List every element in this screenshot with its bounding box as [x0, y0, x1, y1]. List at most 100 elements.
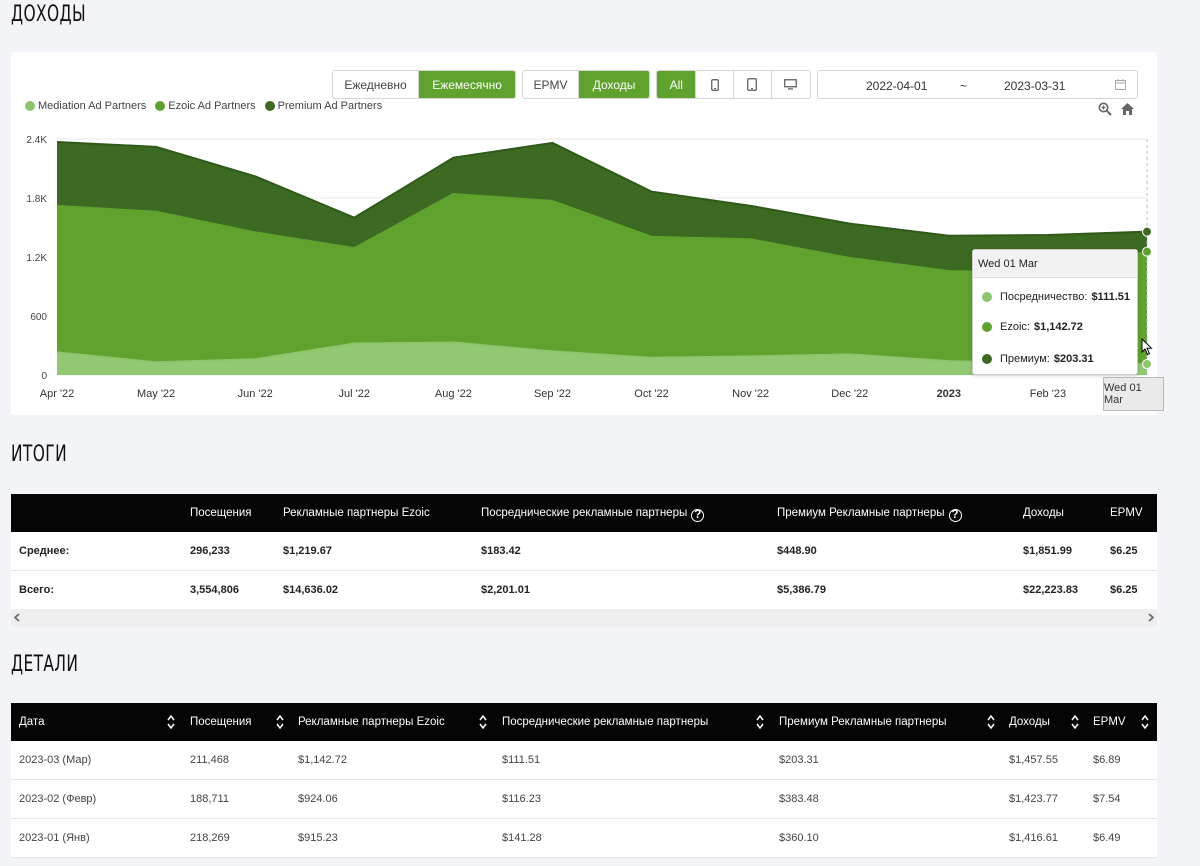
- cell: $203.31: [779, 754, 819, 766]
- header-date[interactable]: Дата: [19, 716, 44, 728]
- tooltip-dot: [982, 292, 992, 302]
- tooltip-value: $203.31: [1053, 353, 1094, 365]
- header-epmv[interactable]: EPMV: [1093, 716, 1126, 728]
- x-tick-label: Apr '22: [40, 388, 75, 400]
- cell: 211,468: [190, 754, 229, 766]
- cell: $915.23: [298, 832, 338, 844]
- details-table: Дата Посещения Рекламные партнеры Ezoic …: [11, 703, 1157, 858]
- x-tick-label: Aug '22: [435, 388, 472, 400]
- tooltip-row-ezoic: Ezoic: $1,142.72: [982, 321, 1083, 333]
- x-tick-label: May '22: [137, 388, 175, 400]
- x-axis-crosshair-label: Wed 01 Mar: [1103, 377, 1164, 411]
- cell: 2023-01 (Янв): [19, 832, 90, 844]
- cell: $1,423.77: [1009, 793, 1058, 805]
- header-ezoic: Рекламные партнеры Ezoic: [283, 507, 430, 519]
- cell: $183.42: [481, 545, 521, 557]
- cell: $6.49: [1093, 832, 1121, 844]
- cell: $1,457.55: [1009, 754, 1058, 766]
- cell: 2023-02 (Февр): [19, 793, 97, 805]
- header-ezoic[interactable]: Рекламные партнеры Ezoic: [298, 716, 445, 728]
- cell: $2,201.01: [481, 584, 530, 596]
- y-tick-label: 1.2K: [26, 253, 47, 264]
- cell: 296,233: [190, 545, 230, 557]
- cell: $448.90: [777, 545, 817, 557]
- cell: $1,219.67: [283, 545, 332, 557]
- x-tick-label: Jul '22: [339, 388, 370, 400]
- cell: $360.10: [779, 832, 819, 844]
- table-row: 2023-01 (Янв) 218,269 $915.23 $141.28 $3…: [11, 819, 1157, 858]
- cell: $924.06: [298, 793, 338, 805]
- tooltip-value: $1,142.72: [1033, 321, 1083, 333]
- cell: $6.25: [1110, 545, 1138, 557]
- hover-point: [1142, 246, 1152, 257]
- row-label: Среднее:: [19, 545, 70, 557]
- tooltip-label: Посредничество:: [1000, 291, 1088, 303]
- tooltip-title: Wed 01 Mar: [973, 250, 1137, 278]
- header-visits[interactable]: Посещения: [190, 716, 252, 728]
- sort-icon[interactable]: [1071, 713, 1079, 731]
- cell: $7.54: [1093, 793, 1121, 805]
- cell: $14,636.02: [283, 584, 339, 596]
- x-tick-label: Feb '23: [1030, 388, 1066, 400]
- scroll-left-icon[interactable]: [13, 613, 21, 622]
- table-row: Всего: 3,554,806 $14,636.02 $2,201.01 $5…: [11, 571, 1157, 610]
- hover-point: [1142, 226, 1152, 237]
- cell: 188,711: [190, 793, 229, 805]
- cell: $383.48: [779, 793, 819, 805]
- y-tick-label: 600: [30, 312, 47, 323]
- cell: 2023-03 (Мар): [19, 754, 92, 766]
- tooltip-row-mediation: Посредничество: $111.51: [982, 291, 1130, 303]
- sort-icon[interactable]: [756, 713, 764, 731]
- cell: $1,416.61: [1009, 832, 1058, 844]
- sort-icon[interactable]: [479, 713, 487, 731]
- header-premium[interactable]: Премиум Рекламные партнеры: [779, 716, 947, 728]
- scroll-right-icon[interactable]: [1147, 613, 1155, 622]
- x-tick-label: Oct '22: [634, 388, 669, 400]
- help-icon[interactable]: ?: [691, 509, 705, 522]
- tooltip-row-premium: Премиум: $203.31: [982, 353, 1094, 365]
- y-tick-label: 1.8K: [26, 194, 47, 205]
- cell: $6.25: [1110, 584, 1138, 596]
- cell: $116.23: [502, 793, 541, 805]
- totals-table-header: Посещения Рекламные партнеры Ezoic Посре…: [11, 494, 1157, 532]
- totals-table: Посещения Рекламные партнеры Ezoic Посре…: [11, 494, 1157, 610]
- header-premium: Премиум Рекламные партнеры?: [777, 507, 962, 522]
- tooltip-label: Ezoic:: [1000, 321, 1030, 333]
- x-tick-label: Jun '22: [238, 388, 273, 400]
- totals-section-title: ИТОГИ: [11, 442, 68, 467]
- table-row: 2023-03 (Мар) 211,468 $1,142.72 $111.51 …: [11, 741, 1157, 780]
- hover-point: [1142, 359, 1152, 370]
- help-icon[interactable]: ?: [948, 509, 962, 522]
- x-tick-label: Sep '22: [534, 388, 571, 400]
- x-tick-label: Dec '22: [831, 388, 868, 400]
- tooltip-value: $111.51: [1091, 291, 1130, 303]
- sort-icon[interactable]: [987, 713, 995, 731]
- chart-tooltip: Wed 01 Mar Посредничество: $111.51 Ezoic:…: [972, 249, 1138, 375]
- sort-icon[interactable]: [1141, 713, 1149, 731]
- cell: 218,269: [190, 832, 230, 844]
- cell: $22,223.83: [1023, 584, 1079, 596]
- row-label: Всего:: [19, 584, 54, 596]
- cell: $1,142.72: [298, 754, 347, 766]
- table-row: Среднее: 296,233 $1,219.67 $183.42 $448.…: [11, 532, 1157, 571]
- header-revenue: Доходы: [1023, 507, 1064, 519]
- tooltip-label: Премиум:: [1000, 353, 1050, 365]
- header-epmv: EPMV: [1110, 507, 1143, 519]
- cell: 3,554,806: [190, 584, 239, 596]
- horizontal-scrollbar[interactable]: [11, 609, 1157, 626]
- cell: $1,851.99: [1023, 545, 1072, 557]
- tooltip-dot: [982, 354, 992, 364]
- cell: $6.89: [1093, 754, 1121, 766]
- table-row: 2023-02 (Февр) 188,711 $924.06 $116.23 $…: [11, 780, 1157, 819]
- sort-icon[interactable]: [276, 713, 284, 731]
- tooltip-dot: [982, 322, 992, 332]
- cell: $141.28: [502, 832, 542, 844]
- details-table-header: Дата Посещения Рекламные партнеры Ezoic …: [11, 703, 1157, 741]
- sort-icon[interactable]: [167, 713, 175, 731]
- details-section-title: ДЕТАЛИ: [11, 652, 79, 677]
- header-revenue[interactable]: Доходы: [1009, 716, 1050, 728]
- y-tick-label: 0: [41, 371, 47, 382]
- mouse-cursor-icon: [1141, 338, 1153, 356]
- header-mediation[interactable]: Посреднические рекламные партнеры: [502, 716, 708, 728]
- y-tick-label: 2.4K: [26, 135, 47, 146]
